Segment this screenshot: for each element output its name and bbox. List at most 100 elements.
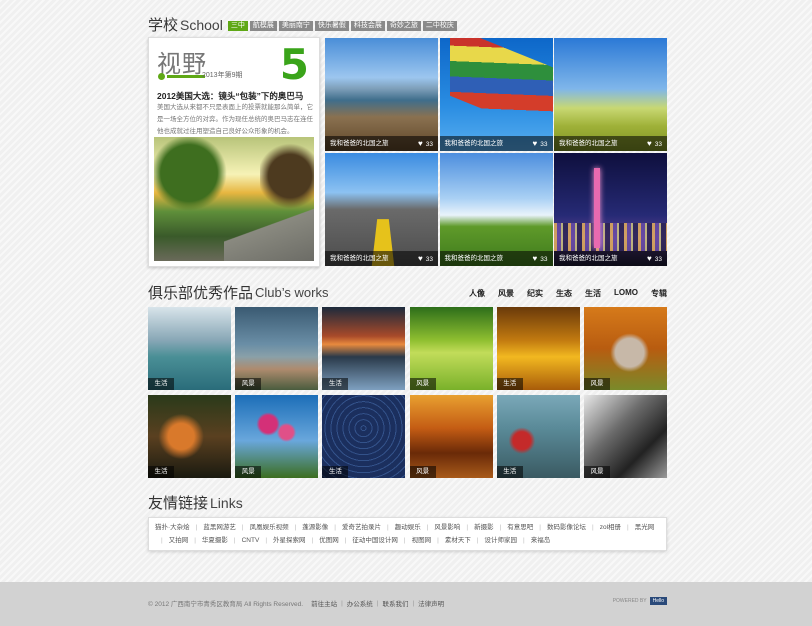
friend-link[interactable]: zol相册 <box>600 521 621 534</box>
school-tab[interactable]: 航模展 <box>249 21 277 31</box>
friend-link[interactable]: 有意思吧 <box>507 521 533 534</box>
club-work-tile[interactable]: 风景 <box>409 394 493 478</box>
link-separator: | <box>233 537 236 544</box>
club-work-tile[interactable]: 生活 <box>148 307 231 390</box>
club-work-tile[interactable]: 生活 <box>322 307 406 390</box>
school-title-cn: 学校 <box>148 16 179 34</box>
link-separator: | <box>523 537 525 544</box>
likes-count: 33 <box>654 141 662 148</box>
friend-link[interactable]: 黑光网 <box>635 521 655 534</box>
club-nav-item[interactable]: 专辑 <box>651 288 667 299</box>
heart-icon: ♥ <box>532 254 538 263</box>
friend-link[interactable]: 外星探索网 <box>273 534 306 547</box>
friend-link[interactable]: 视图网 <box>412 534 432 547</box>
club-nav-item[interactable]: 风景 <box>498 288 514 299</box>
friend-link[interactable]: 风景影响 <box>434 521 460 534</box>
footer-inner: © 2012 广西南宁市青秀区教育局 All Rights Reserved. … <box>148 597 667 608</box>
logo-bar <box>167 75 205 78</box>
footer-separator: | <box>412 599 415 607</box>
friend-link[interactable]: 来福岛 <box>531 534 551 547</box>
friend-link[interactable]: 蓬源影像 <box>302 521 328 534</box>
likes-count: 33 <box>425 256 433 263</box>
friend-link[interactable]: 设计师家园 <box>485 534 518 547</box>
photo-grid: 我和爸爸的北国之旅 ♥ 33 我和爸爸的北国之旅 ♥ 33 我和爸爸的北国之旅 ♥ 3… <box>325 38 667 266</box>
club-work-tile[interactable]: 生活 <box>496 394 580 478</box>
friend-link[interactable]: 征动中国设计网 <box>352 534 398 547</box>
club-work-tile[interactable]: 生活 <box>322 394 406 478</box>
school-tab[interactable]: 三中 <box>227 21 248 31</box>
school-title-en: School <box>180 17 223 33</box>
friend-link[interactable]: 趣动娱乐 <box>395 521 421 534</box>
work-category-tag: 生活 <box>322 465 349 478</box>
magazine-issue-number: 5 <box>279 40 309 89</box>
link-separator: | <box>161 537 163 544</box>
magazine-card[interactable]: 视野 2013年第9期 5 2012美国大选：镜头“包装”下的奥巴马 美国大选从… <box>148 37 320 267</box>
copyright: © 2012 广西南宁市青秀区教育局 All Rights Reserved. <box>148 601 304 608</box>
photo-tile[interactable]: 我和爸爸的北国之旅 ♥ 33 <box>325 38 438 151</box>
footer-link[interactable]: 前往主站 <box>311 598 337 608</box>
friend-link[interactable]: CNTV <box>242 534 260 547</box>
club-title-en: Club’s works <box>255 285 329 300</box>
friend-link[interactable]: 爱奇艺拍录片 <box>342 521 381 534</box>
school-tab[interactable]: 科技会展 <box>350 21 385 31</box>
friend-link[interactable]: 又拍网 <box>169 534 189 547</box>
club-work-tile[interactable]: 风景 <box>409 307 493 390</box>
club-work-tile[interactable]: 风景 <box>235 307 319 390</box>
friend-link[interactable]: 素材天下 <box>445 534 471 547</box>
link-separator: | <box>294 524 297 531</box>
footer-link[interactable]: 法律声明 <box>418 598 444 608</box>
work-category-tag: 风景 <box>583 465 610 478</box>
work-category-tag: 风景 <box>235 378 262 390</box>
photo-tile[interactable]: 我和爸爸的北国之旅 ♥ 33 <box>554 38 667 151</box>
work-category-tag: 风景 <box>583 378 610 390</box>
friend-link[interactable]: 华夏摄影 <box>202 534 228 547</box>
friend-links-box: 猫扑·大杂烩 | 蓝黑网游艺 | 凤凰娱乐视频 | 蓬源影像 | 爱奇艺拍录片 | 趣动娱乐 | 风景影… <box>148 517 667 551</box>
school-tab[interactable]: 二中校庆 <box>422 21 457 31</box>
footer-link[interactable]: 联系我们 <box>382 598 408 608</box>
footer-separator: | <box>341 599 343 607</box>
club-category-nav: 人像 风景 纪实 生态 生活 LOMO 专辑 <box>456 288 667 299</box>
friend-link[interactable]: 优图网 <box>319 534 339 547</box>
school-tab[interactable]: 奇妙之旅 <box>386 21 421 31</box>
likes-count: 33 <box>425 141 433 148</box>
club-work-tile[interactable]: 风景 <box>583 307 667 390</box>
friend-link[interactable]: 猫扑·大杂烩 <box>155 521 190 534</box>
club-work-tile[interactable]: 风景 <box>583 394 667 478</box>
club-nav-item[interactable]: LOMO <box>614 288 638 299</box>
photo-tile[interactable]: 我和爸爸的北国之旅 ♥ 33 <box>439 153 553 266</box>
club-work-tile[interactable]: 生活 <box>148 394 231 478</box>
link-separator: | <box>592 524 594 531</box>
magazine-cover-photo[interactable] <box>154 137 314 261</box>
links-section-header: 友情链接 Links <box>148 492 667 512</box>
school-tabs: 三中 航模展 美丽南宁 快乐暑假 科技会展 奇妙之旅 二中校庆 <box>227 21 459 31</box>
friend-link[interactable]: 新摄影 <box>474 521 494 534</box>
likes-count: 33 <box>654 256 662 263</box>
club-title-cn: 俱乐部优秀作品 <box>148 284 254 302</box>
club-work-tile[interactable]: 风景 <box>235 394 319 478</box>
club-nav-item[interactable]: 人像 <box>469 288 485 299</box>
prayer-flags <box>449 38 553 141</box>
friend-link[interactable]: 凤凰娱乐视频 <box>250 521 289 534</box>
club-work-tile[interactable]: 生活 <box>496 307 580 390</box>
club-nav-item[interactable]: 生态 <box>556 288 572 299</box>
work-category-tag: 风景 <box>409 378 436 390</box>
photo-tile[interactable]: 我和爸爸的北国之旅 ♥ 33 <box>325 153 438 266</box>
powered-by-badge[interactable]: Hello <box>649 597 667 605</box>
footer-link[interactable]: 办公系统 <box>347 598 373 608</box>
school-tab[interactable]: 美丽南宁 <box>278 21 313 31</box>
friend-link[interactable]: 蓝黑网游艺 <box>203 521 236 534</box>
link-separator: | <box>466 524 469 531</box>
link-separator: | <box>476 537 479 544</box>
likes-count: 33 <box>540 256 548 263</box>
magazine-headline[interactable]: 2012美国大选：镜头“包装”下的奥巴马 <box>157 90 303 102</box>
link-separator: | <box>344 537 347 544</box>
club-nav-item[interactable]: 纪实 <box>527 288 543 299</box>
club-nav-item[interactable]: 生活 <box>585 288 601 299</box>
work-category-tag: 生活 <box>148 465 174 478</box>
friend-link[interactable]: 数码影像论坛 <box>547 521 586 534</box>
photo-tile[interactable]: 我和爸爸的北国之旅 ♥ 33 <box>554 153 667 266</box>
heart-icon: ♥ <box>532 139 538 148</box>
school-tab[interactable]: 快乐暑假 <box>314 21 349 31</box>
photo-tile[interactable]: 我和爸爸的北国之旅 ♥ 33 <box>439 38 553 151</box>
links-title-en: Links <box>210 495 243 511</box>
